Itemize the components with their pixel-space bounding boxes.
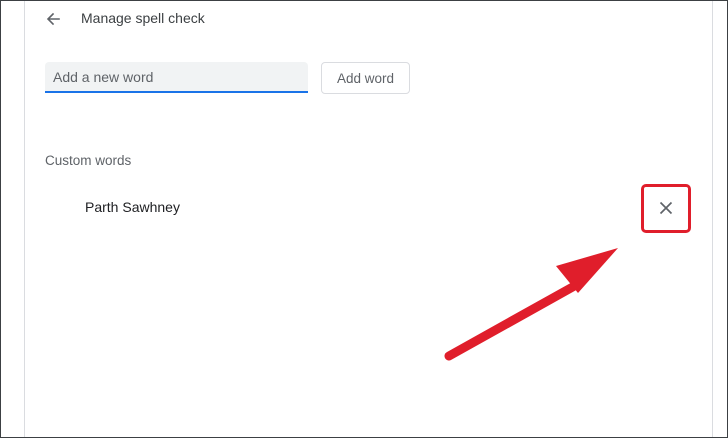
annotation-arrow bbox=[444, 248, 618, 361]
